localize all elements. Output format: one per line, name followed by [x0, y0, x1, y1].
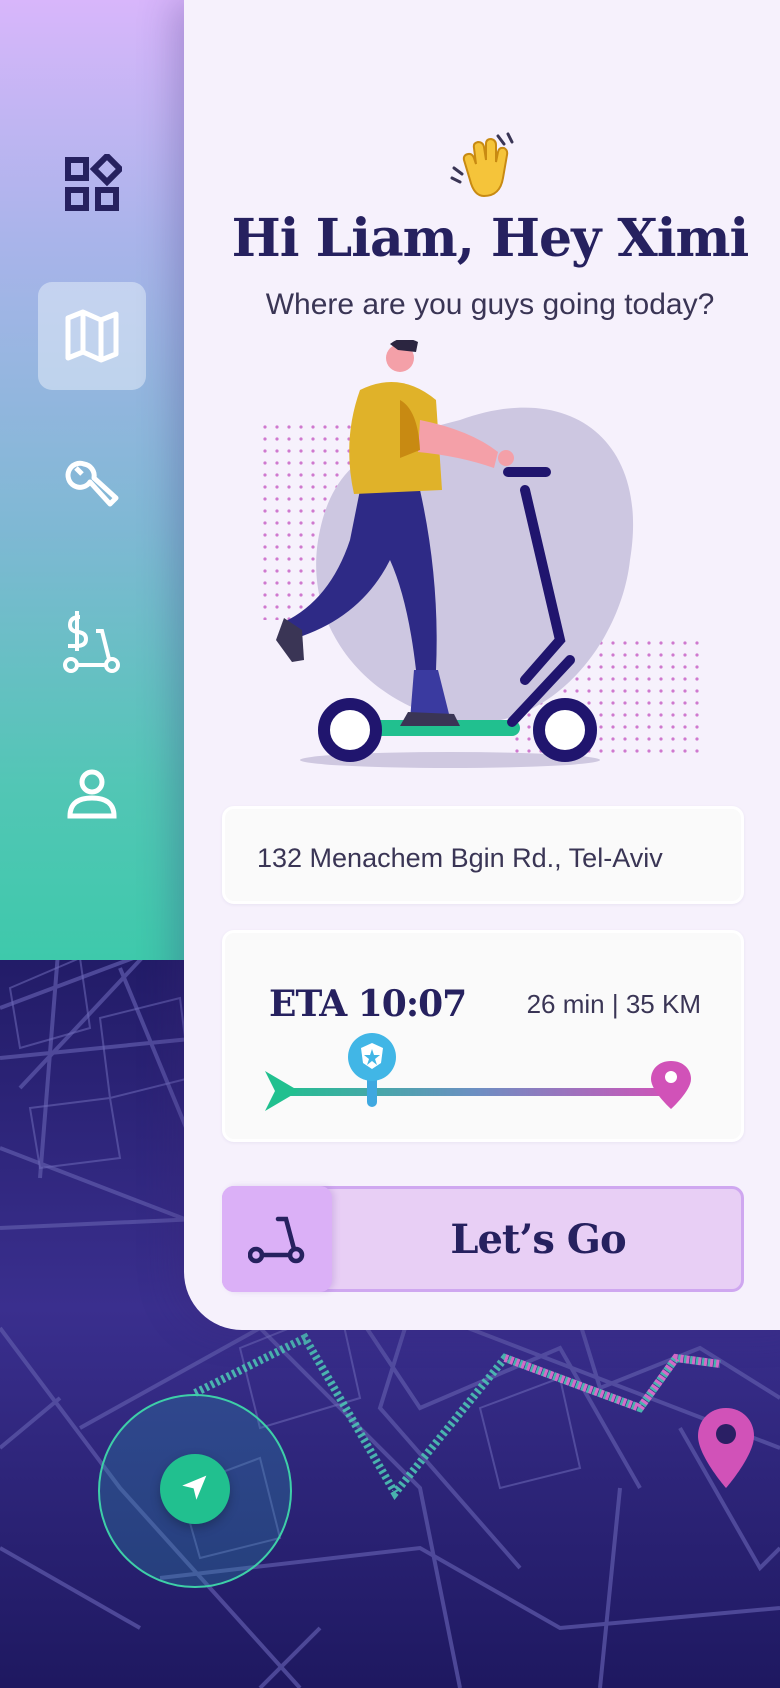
trip-duration: 26 min — [526, 989, 605, 1019]
waving-hand-icon — [448, 130, 520, 202]
wrench-icon — [64, 458, 120, 514]
scooter-dollar-icon — [62, 609, 122, 675]
eta-card: ETA 10:07 26 min | 35 KM — [222, 930, 744, 1142]
sidebar-item-map[interactable] — [38, 282, 146, 390]
sidebar-item-rental-payment[interactable] — [38, 588, 146, 696]
sidebar-item-profile[interactable] — [38, 740, 146, 848]
greeting-subtitle: Where are you guys going today? — [265, 288, 715, 321]
start-flag-icon — [265, 1071, 299, 1111]
sidebar-item-dashboard[interactable] — [38, 130, 146, 238]
destination-address-field[interactable]: 132 Menachem Bgin Rd., Tel-Aviv — [222, 806, 744, 904]
end-pin-icon — [651, 1061, 691, 1109]
sidebar — [0, 0, 200, 960]
trip-summary: 26 min | 35 KM — [527, 989, 701, 1020]
location-pin-icon[interactable] — [696, 1406, 756, 1490]
trip-summary-separator: | — [611, 989, 619, 1019]
user-icon — [64, 766, 120, 822]
trip-progress-track — [265, 1033, 705, 1133]
locate-me-button[interactable] — [160, 1454, 230, 1524]
lets-go-label: Let’s Go — [450, 1215, 626, 1263]
scooter-rider-illustration — [250, 338, 730, 780]
dashboard-icon — [62, 154, 122, 214]
scooter-icon — [222, 1186, 332, 1292]
eta-time: ETA 10:07 — [269, 983, 467, 1025]
trip-distance: 35 KM — [625, 989, 701, 1019]
current-position-marker — [347, 1033, 397, 1113]
lets-go-button[interactable]: Let’s Go — [222, 1186, 744, 1292]
map-icon — [64, 308, 120, 364]
greeting-title: Hi Liam, Hey Ximi — [231, 208, 750, 269]
sidebar-item-service[interactable] — [38, 432, 146, 540]
navigation-arrow-icon — [178, 1470, 212, 1509]
destination-address-text: 132 Menachem Bgin Rd., Tel-Aviv — [257, 843, 663, 873]
